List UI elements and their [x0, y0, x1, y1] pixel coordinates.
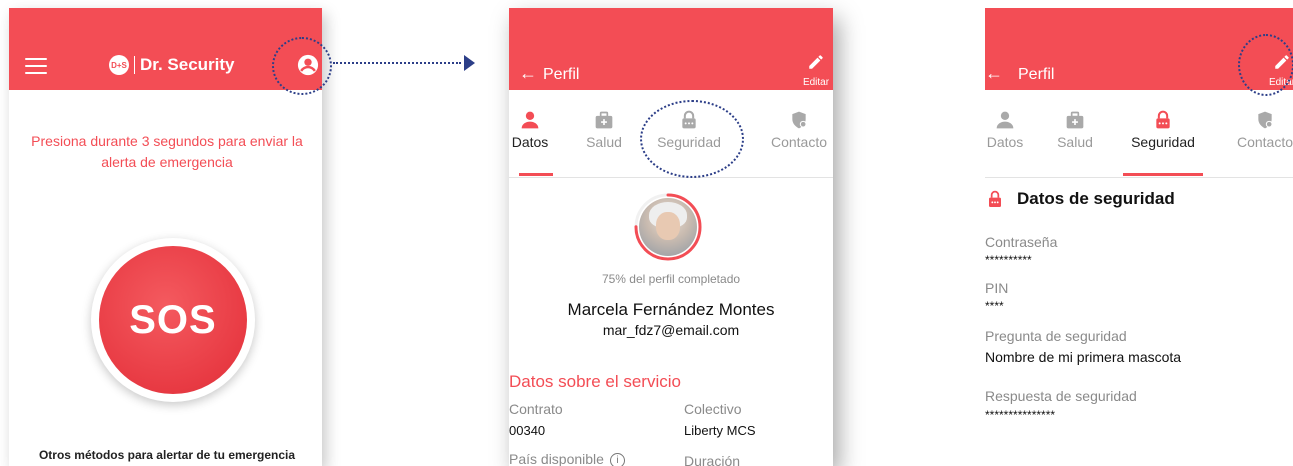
duration-label: Duración — [684, 453, 741, 466]
tab-label: Datos — [986, 134, 1024, 150]
profile-completion-text: 75% del perfil completado — [601, 272, 741, 286]
alert-instruction: Presiona durante 3 segundos para enviar … — [31, 133, 303, 170]
service-section-title: Datos sobre el servicio — [509, 372, 681, 391]
logo-divider — [134, 56, 135, 74]
security-title: Perfil — [1018, 66, 1055, 83]
active-tab-indicator — [519, 173, 553, 176]
person-icon — [521, 111, 539, 129]
tab-label: Datos — [511, 134, 549, 150]
info-icon[interactable]: i — [609, 453, 625, 466]
security-section-title: Datos de seguridad — [1017, 189, 1175, 208]
tab-label: Contacto — [770, 134, 828, 150]
profile-header-bar: ← Perfil Editar — [509, 8, 833, 90]
tab-contacto[interactable]: Contacto — [1227, 110, 1293, 150]
security-answer-value: *************** — [985, 408, 1056, 422]
avatar — [639, 198, 697, 256]
app-logo: D+S Dr. Security — [109, 55, 235, 75]
user-name: Marcela Fernández Montes — [567, 300, 775, 319]
tab-label: Seguridad — [1131, 134, 1195, 150]
tab-seguridad[interactable]: Seguridad — [1123, 110, 1203, 150]
tab-label: Salud — [1057, 134, 1093, 150]
user-email: mar_fdz7@email.com — [602, 322, 740, 338]
logo-badge: D+S — [109, 55, 129, 75]
person-icon — [996, 111, 1014, 129]
security-answer-label: Respuesta de seguridad — [985, 388, 1137, 404]
hamburger-icon[interactable] — [25, 58, 47, 74]
edit-button-highlight — [1238, 34, 1293, 96]
tab-datos[interactable]: Datos — [985, 110, 1030, 150]
medical-kit-icon — [1066, 111, 1084, 129]
tab-label: Salud — [586, 134, 622, 150]
flow-arrow-icon — [464, 55, 475, 71]
collective-value: Liberty MCS — [684, 423, 756, 438]
shield-icon — [1258, 111, 1273, 129]
shield-icon — [792, 111, 807, 129]
tab-label: Contacto — [1236, 134, 1293, 150]
sos-button[interactable]: SOS — [91, 238, 255, 402]
tab-contacto[interactable]: Contacto — [761, 110, 833, 150]
security-tabs: Datos Salud Seguridad Contacto — [985, 90, 1293, 178]
tab-salud[interactable]: Salud — [579, 110, 629, 150]
edit-button[interactable]: Editar — [799, 53, 833, 88]
country-label: País disponible — [509, 451, 604, 466]
other-methods-text: Otros métodos para alertar de tu emergen… — [38, 448, 296, 462]
app-title: Dr. Security — [140, 55, 235, 74]
arrow-left-icon[interactable]: ← — [519, 63, 537, 84]
password-value: ********** — [985, 253, 1032, 267]
profile-title: Perfil — [543, 66, 580, 83]
active-tab-indicator — [1123, 173, 1203, 176]
security-question-value: Nombre de mi primera mascota — [985, 349, 1182, 365]
contract-label: Contrato — [509, 401, 563, 417]
profile-icon-highlight — [272, 37, 332, 95]
pencil-icon — [809, 55, 823, 69]
sos-button-face[interactable]: SOS — [99, 246, 247, 394]
flow-connector — [333, 62, 461, 64]
tab-salud[interactable]: Salud — [1050, 110, 1100, 150]
security-question-label: Pregunta de seguridad — [985, 328, 1127, 344]
contract-value: 00340 — [509, 423, 546, 438]
edit-label: Editar — [802, 77, 830, 88]
pin-label: PIN — [985, 280, 1009, 296]
profile-screen: ← Perfil Editar Datos Salud Seguridad Co… — [509, 8, 833, 466]
medical-kit-icon — [595, 111, 613, 129]
country-field: País disponible i — [509, 451, 625, 466]
arrow-left-icon[interactable]: ← — [985, 63, 1003, 84]
sos-label: SOS — [129, 297, 217, 342]
security-tab-highlight — [640, 100, 744, 178]
password-label: Contraseña — [985, 234, 1058, 250]
tab-datos[interactable]: Datos — [509, 110, 555, 150]
lock-icon — [1156, 110, 1170, 129]
pin-value: **** — [985, 299, 1004, 313]
lock-icon — [989, 190, 1001, 207]
collective-label: Colectivo — [684, 401, 742, 417]
